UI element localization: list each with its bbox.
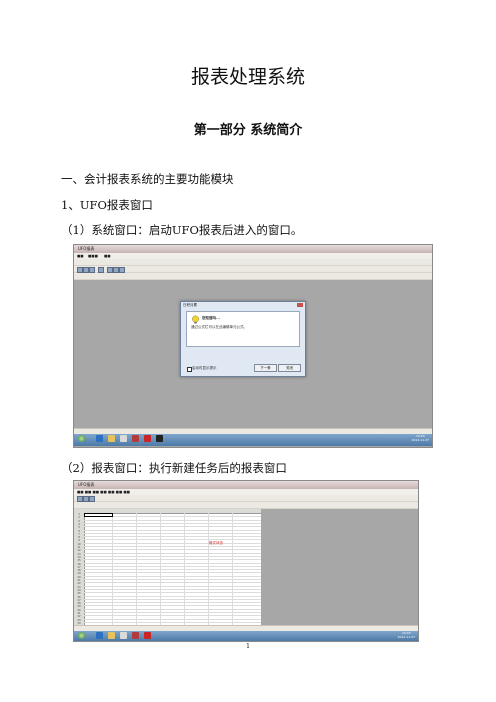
row-line [84,575,261,577]
ufo-icon[interactable] [132,435,139,442]
row-line [84,532,261,534]
row-line [84,592,261,594]
part-heading: 第一部分 系统简介 [193,123,303,138]
row-line [84,595,261,597]
os-taskbar: 10:03 2012-11-27 [74,631,418,641]
toolbar-standard [74,495,418,502]
dialog-body: 您知道吗... 通过公式栏可以在此编辑单元公式。 [186,311,300,347]
dialog-title: 日积月累 [183,303,197,307]
close-dialog-button[interactable]: 关闭 [278,364,301,372]
app-title: UFO报表 [78,246,95,251]
dialog-tip-text: 通过公式栏可以在此编辑单元公式。 [191,325,247,329]
row-line [84,598,261,600]
row-line [84,546,261,547]
subsection-heading: 1、UFO报表窗口 [61,198,153,212]
column-line [136,513,137,625]
toolbar [74,259,432,266]
clock-date: 2012-11-27 [397,634,415,639]
start-button-icon[interactable] [78,632,85,639]
taskbar-clock: 10:03 2012-11-27 [411,434,429,442]
next-tip-button[interactable]: 下一条 [254,364,277,372]
row-line [84,526,261,528]
row-line [84,549,261,551]
report-grid[interactable]: 格式状态 1 2 3 4 5 6 7 8 9 10 11 12 13 14 15 16 17 18 19 20 21 22… [74,509,261,627]
row-line [84,542,261,544]
dialog-heading: 您知道吗... [202,316,220,320]
tip-dialog: 日积月累 您知道吗... 通过公式栏可以在此编辑单元公式。 启动时显示提示 下一… [180,301,306,377]
menu-item: ■■ [77,254,84,258]
os-taskbar: 10:03 2012-11-27 [74,434,432,446]
row-line [84,562,261,564]
row-line [84,559,261,561]
row-line [84,572,261,574]
startup-checkbox-label: 启动时显示提示 [192,366,217,370]
row-line [84,602,261,604]
app-title: UFO报表 [78,482,95,487]
menu-item: ■■ [104,254,111,258]
folder-icon[interactable] [108,632,115,639]
row-line [84,588,261,590]
document-title: 报表处理系统 [190,66,305,88]
browser-icon[interactable] [96,632,103,639]
app-titlebar: UFO报表 [74,245,432,253]
row-line [84,605,261,607]
app-icon[interactable] [144,632,151,639]
app-icon[interactable] [120,435,127,442]
row-line [84,555,261,557]
row-line [84,615,261,617]
browser-icon[interactable] [96,435,103,442]
page-number: 1 [246,643,250,650]
item-report-window: （2）报表窗口：执行新建任务后的报表窗口 [61,461,287,475]
mode-label: 格式状态 [209,541,223,545]
column-line [208,513,209,625]
toolbar-format [74,502,418,509]
item-system-window: （1）系统窗口：启动UFO报表后进入的窗口。 [61,223,303,237]
row-line [84,579,261,580]
start-button-icon[interactable] [78,435,85,442]
row-line [84,536,261,538]
row-line [84,582,261,584]
taskbar-clock: 10:03 2012-11-27 [397,631,415,639]
lightbulb-icon [192,315,199,324]
row-line [84,522,261,524]
clock-date: 2012-11-27 [411,437,429,442]
toolbar-standard [74,266,432,273]
menu-item: ■■ ■■ ■■ ■■ ■■ ■■ ■■ [77,490,130,494]
app-titlebar: UFO报表 [74,481,418,489]
column-line [232,513,233,625]
row-line [84,529,261,531]
folder-icon[interactable] [108,435,115,442]
row-line [84,608,261,610]
row-line [84,585,261,587]
toolbar-format [74,273,432,280]
dialog-close-icon[interactable] [297,303,303,307]
column-line [184,513,185,625]
app-icon[interactable] [156,435,163,442]
row-line [84,621,261,623]
report-window-screenshot: UFO报表 ■■ ■■ ■■ ■■ ■■ ■■ ■■ 格式状态 12345678… [73,480,419,642]
app-icon[interactable] [120,632,127,639]
row-line [84,519,261,521]
column-line [112,513,113,625]
app-icon[interactable] [144,435,151,442]
row-line [84,569,261,571]
row-line [84,612,261,613]
section-heading: 一、会计报表系统的主要功能模块 [61,172,234,186]
column-line [160,513,161,625]
ufo-icon[interactable] [132,632,139,639]
selected-cell[interactable] [84,513,113,518]
row-line [84,618,261,620]
row-line [84,539,261,541]
row-line [84,552,261,554]
row-line [84,565,261,567]
menu-item: ■■■ [88,254,98,258]
system-window-screenshot: UFO报表 ■■ ■■■ ■■ 日积月累 您知道吗... 通过公式栏可以在此编辑… [73,244,433,448]
